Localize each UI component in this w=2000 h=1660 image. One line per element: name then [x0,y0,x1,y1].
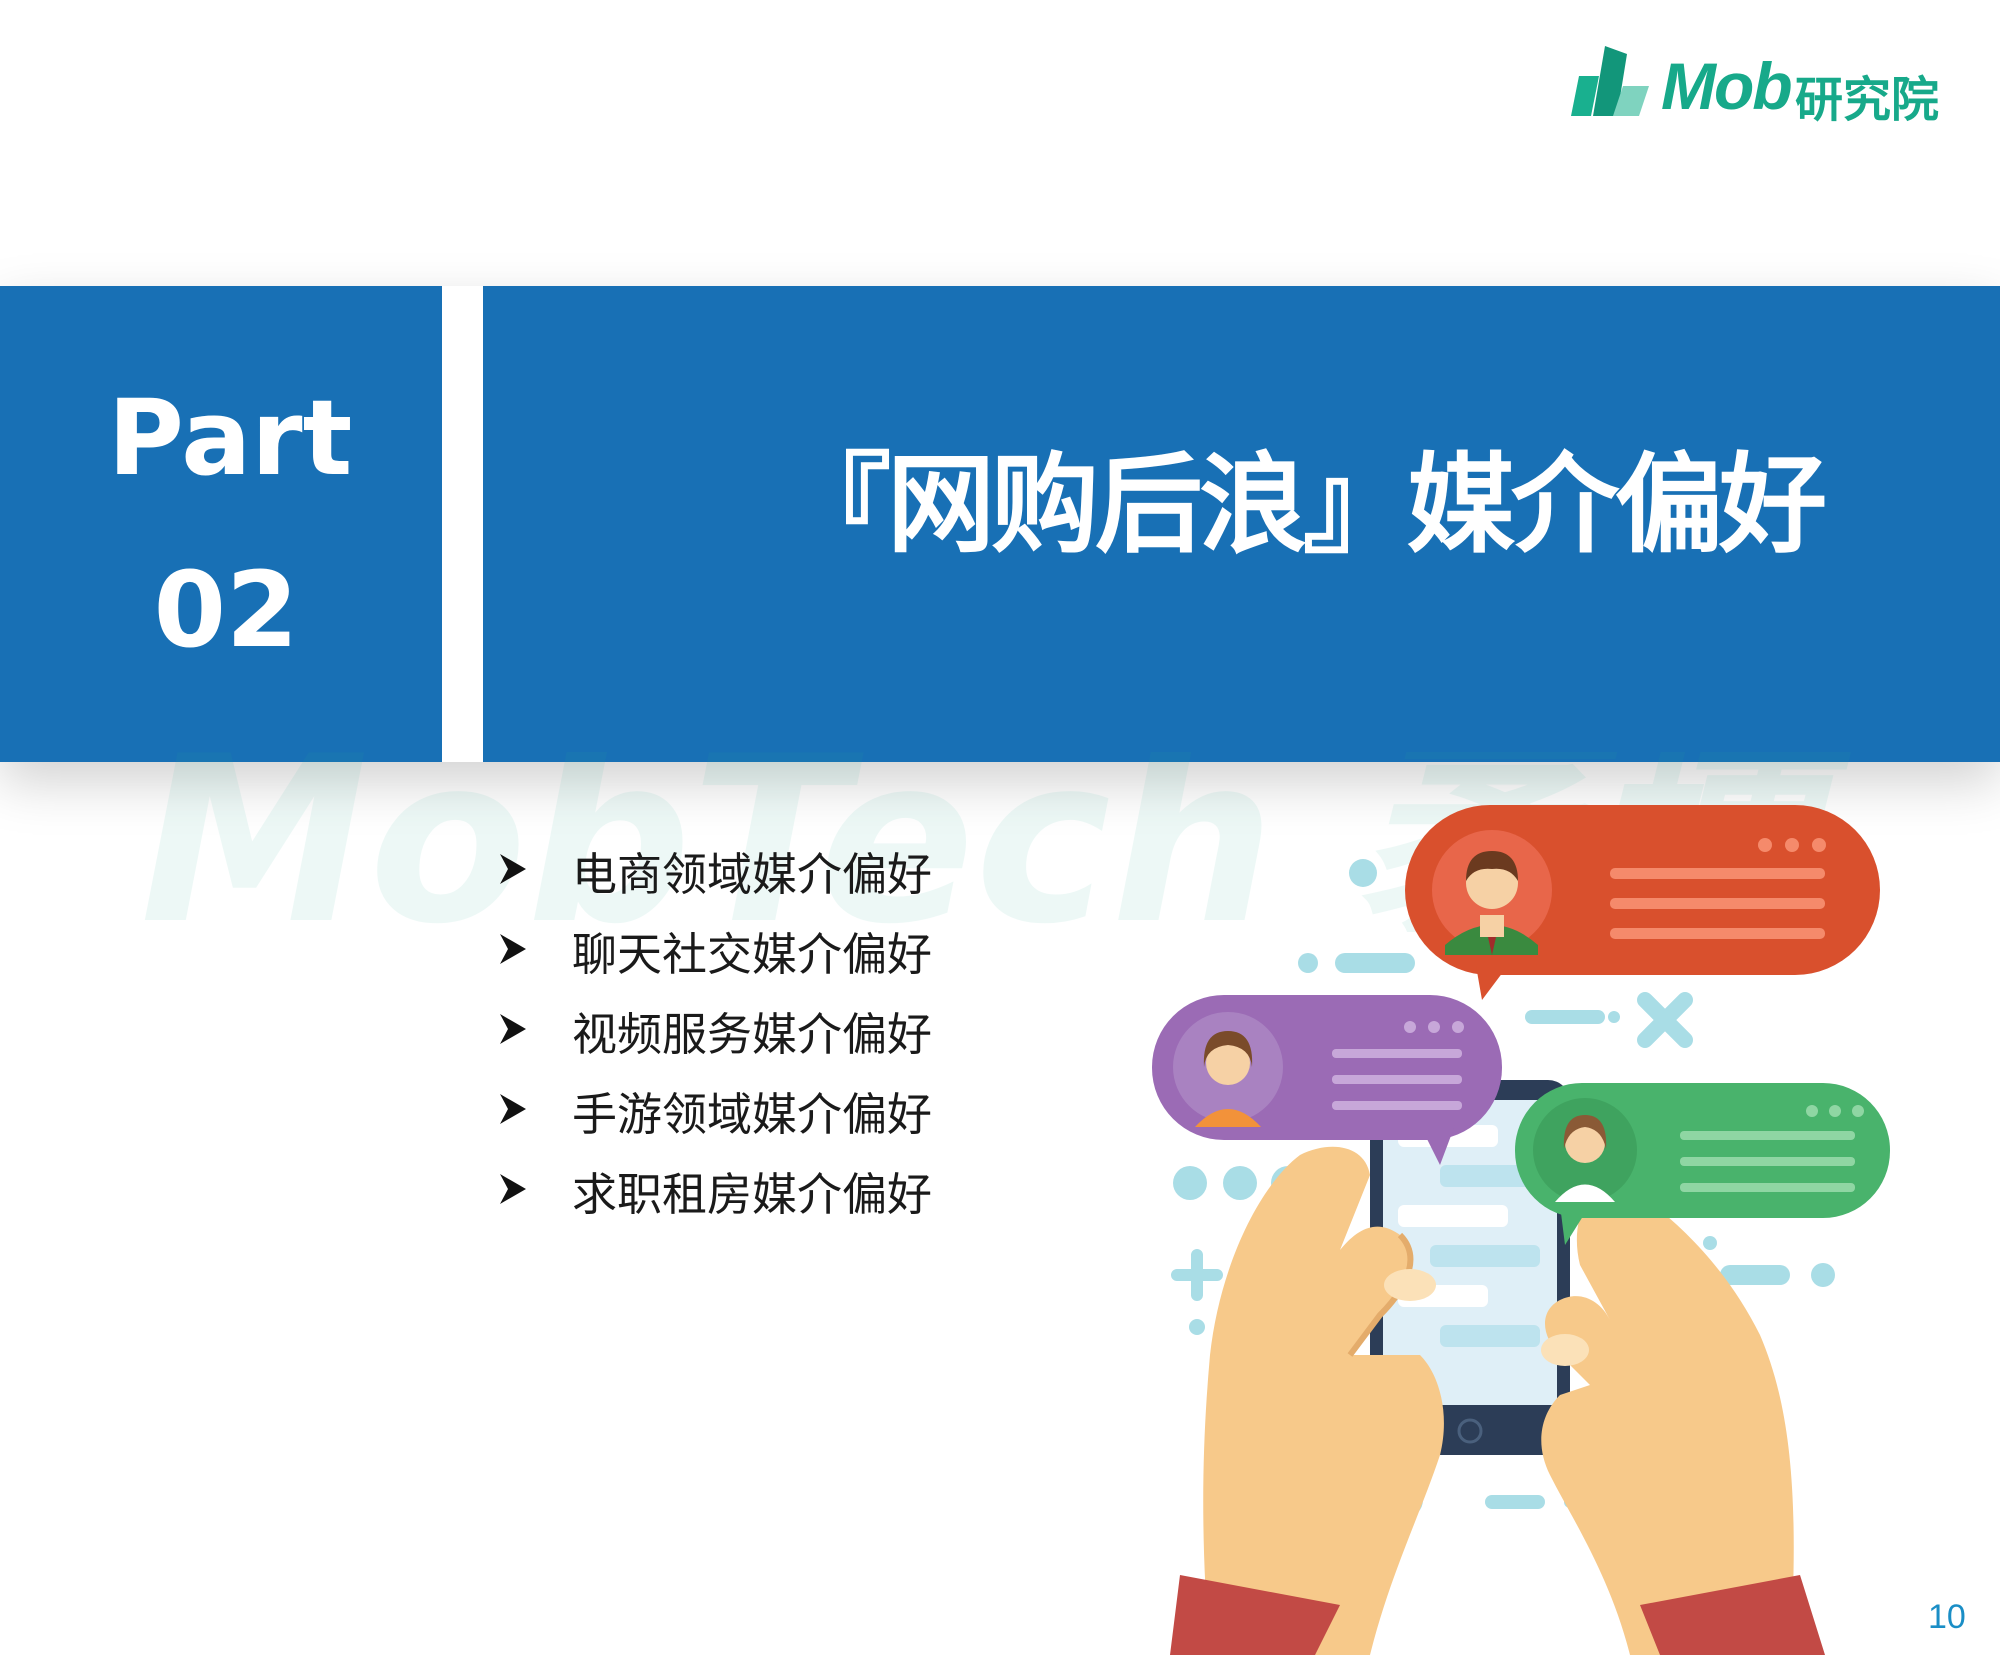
logo-latin-text: Mob [1661,49,1793,123]
arrow-bullet-icon [498,924,572,977]
arrow-bullet-icon [498,844,572,897]
logo-cjk-text: 研究院 [1795,72,1940,128]
agenda-item: 求职租房媒介偏好 [498,1150,932,1230]
mob-research-logo: Mob 研究院 [1565,36,1965,136]
agenda-item-label: 手游领域媒介偏好 [572,1087,933,1141]
agenda-item: 聊天社交媒介偏好 [498,910,932,990]
agenda-item-label: 求职租房媒介偏好 [572,1167,933,1221]
hands-phone-chat-icon [1152,805,1890,1655]
agenda-item-label: 视频服务媒介偏好 [572,1007,933,1061]
section-title: 『网购后浪』媒介偏好 [783,443,1827,568]
arrow-bullet-icon [498,1004,572,1057]
logo-building-icon [1571,46,1649,116]
chat-phone-illustration [1140,795,1900,1660]
part-number: 02 [153,549,299,671]
part-box: Part 02 [0,286,442,762]
agenda-item-label: 聊天社交媒介偏好 [572,927,933,981]
agenda-item: 电商领域媒介偏好 [498,830,932,910]
part-label: Part [107,377,353,499]
section-title-box: 『网购后浪』媒介偏好 [483,286,2000,762]
agenda-item: 视频服务媒介偏好 [498,990,932,1070]
agenda-item: 手游领域媒介偏好 [498,1070,932,1150]
arrow-bullet-icon [498,1164,572,1217]
agenda-item-label: 电商领域媒介偏好 [572,847,933,901]
page-number: 10 [1928,1598,1966,1636]
arrow-bullet-icon [498,1084,572,1137]
agenda-list: 电商领域媒介偏好 聊天社交媒介偏好 视频服务媒介偏好 手游领域媒介偏好 求职租房… [498,830,932,1230]
